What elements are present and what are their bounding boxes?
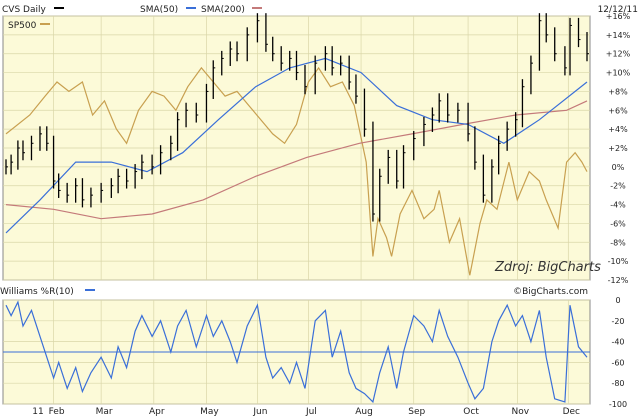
title-label: CVS Daily [2, 5, 46, 15]
main-y-tick-label: +2% [608, 144, 628, 153]
chart-figure: +16%+14%+12%+10%+8%+6%+4%+2%0%-2%-4%-6%-… [0, 0, 640, 420]
main-y-tick-label: 0% [612, 163, 625, 172]
x-tick-label: May [200, 407, 219, 417]
main-y-tick-label: +6% [608, 106, 628, 115]
legend-label-sma200: SMA(200) [201, 5, 245, 15]
main-y-tick-label: -10% [608, 257, 629, 266]
x-tick-label: Nov [512, 407, 530, 417]
main-y-tick-label: -2% [610, 182, 626, 191]
main-y-tick-label: -8% [610, 238, 626, 247]
indicator-panel: 0 -20 -40 -60 -80 -100 [2, 296, 627, 409]
legend-label-sma50: SMA(50) [140, 5, 178, 15]
indicator-y-tick-label: -80 [611, 379, 624, 388]
legend-label-sp500: SP500 [8, 21, 37, 31]
main-y-tick-label: +4% [608, 125, 628, 134]
main-y-tick-label: +12% [606, 50, 631, 59]
credit-label: ©BigCharts.com [513, 287, 588, 297]
main-y-tick-label: +14% [606, 31, 631, 40]
main-y-tick-label: -12% [608, 276, 629, 285]
indicator-y-tick-label: -100 [609, 400, 627, 409]
x-tick-label: 11 [32, 407, 43, 417]
main-y-tick-label: +8% [608, 87, 628, 96]
indicator-y-tick-label: 0 [615, 296, 620, 305]
x-tick-label: Aug [355, 407, 373, 417]
main-y-tick-label: +10% [606, 69, 631, 78]
x-tick-label: Mar [96, 407, 113, 417]
main-y-tick-label: -4% [610, 201, 626, 210]
indicator-y-tick-label: -40 [611, 338, 624, 347]
main-panel: +16%+14%+12%+10%+8%+6%+4%+2%0%-2%-4%-6%-… [2, 12, 631, 285]
watermark-label: Zdroj: BigCharts [494, 260, 601, 275]
indicator-title-label: Williams %R(10) [0, 287, 74, 297]
x-tick-label: Oct [463, 407, 479, 417]
x-tick-label: Dec [563, 407, 580, 417]
indicator-y-tick-label: -20 [611, 317, 624, 326]
date-label: 12/12/11 [598, 5, 638, 15]
x-tick-label: Jul [305, 407, 317, 417]
x-tick-label: Sep [408, 407, 425, 417]
indicator-y-tick-label: -60 [611, 358, 624, 367]
x-tick-label: Feb [49, 407, 65, 417]
x-tick-label: Apr [149, 407, 165, 417]
main-y-tick-label: -6% [610, 219, 626, 228]
x-tick-label: Jun [252, 407, 267, 417]
